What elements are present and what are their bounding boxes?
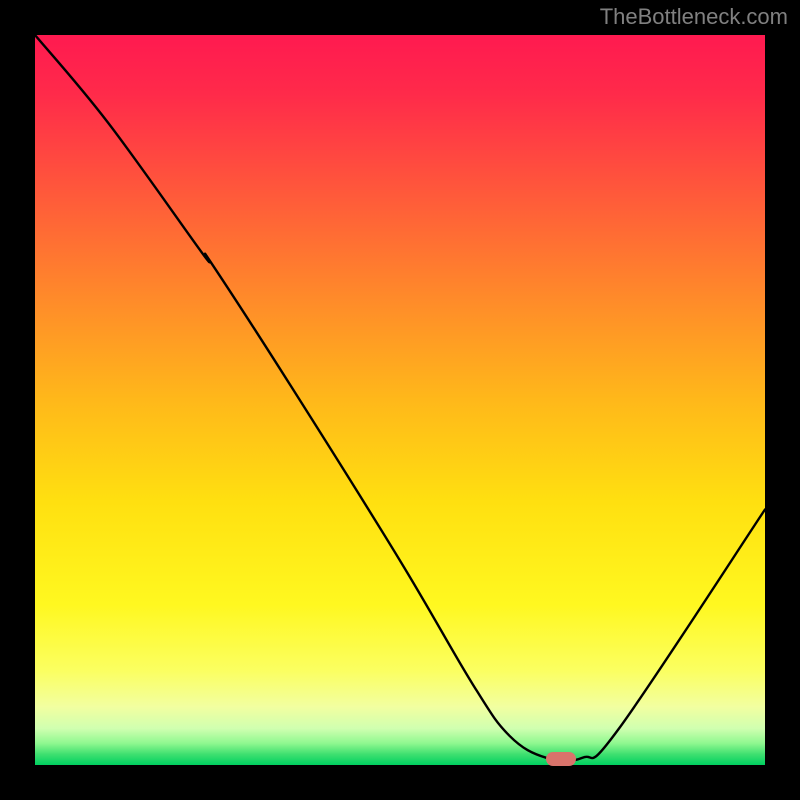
chart-plot-area	[35, 35, 765, 765]
chart-curve-svg	[35, 35, 765, 765]
optimal-marker	[546, 752, 576, 766]
bottleneck-curve-path	[35, 35, 765, 761]
watermark-text: TheBottleneck.com	[600, 4, 788, 30]
